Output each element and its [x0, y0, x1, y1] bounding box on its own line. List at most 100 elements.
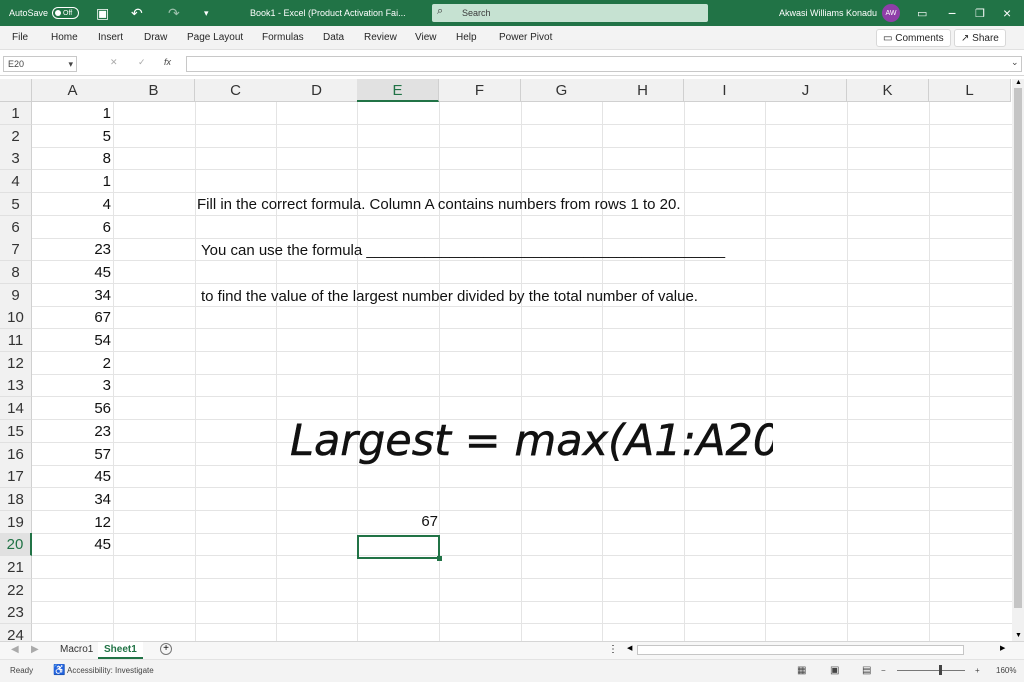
row-header-4[interactable]: 4 [0, 170, 32, 194]
tab-draw[interactable]: Draw [144, 32, 167, 43]
customize-toolbar-icon[interactable]: ▾ [204, 0, 209, 26]
comments-button[interactable]: ▭ Comments [876, 29, 951, 47]
autosave-toggle[interactable]: Off [52, 7, 79, 19]
row-header-9[interactable]: 9 [0, 283, 32, 307]
avatar[interactable]: AW [882, 4, 900, 22]
enter-icon[interactable]: ✓ [138, 57, 146, 68]
tab-home[interactable]: Home [51, 32, 78, 43]
row-header-22[interactable]: 22 [0, 578, 32, 602]
previous-sheet-icon[interactable]: ◀ [11, 644, 19, 655]
row-header-15[interactable]: 15 [0, 419, 32, 443]
column-header-l[interactable]: L [929, 79, 1011, 102]
cell-a8[interactable]: 45 [32, 261, 111, 284]
normal-view-icon[interactable]: ▦ [797, 666, 806, 676]
save-icon[interactable]: ▣ [96, 0, 109, 26]
column-header-i[interactable]: I [684, 79, 766, 102]
column-header-c[interactable]: C [195, 79, 277, 102]
tab-view[interactable]: View [415, 32, 437, 43]
cell-a9[interactable]: 34 [32, 284, 111, 307]
row-header-17[interactable]: 17 [0, 465, 32, 489]
row-header-24[interactable]: 24 [0, 624, 32, 641]
zoom-in-icon[interactable]: + [975, 666, 980, 675]
cell-a17[interactable]: 45 [32, 465, 111, 488]
sheet-tab-sheet1[interactable]: Sheet1 [98, 642, 143, 659]
zoom-level[interactable]: 160% [996, 666, 1016, 675]
cell-a1[interactable]: 1 [32, 102, 111, 125]
scroll-down-icon[interactable]: ▼ [1015, 632, 1022, 639]
cancel-icon[interactable]: ✕ [110, 57, 118, 68]
cell-a5[interactable]: 4 [32, 193, 111, 216]
tab-help[interactable]: Help [456, 32, 477, 43]
accessibility-status[interactable]: Accessibility: Investigate [67, 666, 154, 675]
tab-file[interactable]: File [12, 32, 28, 43]
row-header-2[interactable]: 2 [0, 124, 32, 148]
cell-a10[interactable]: 67 [32, 306, 111, 329]
formula-input[interactable] [186, 56, 1022, 72]
row-header-18[interactable]: 18 [0, 487, 32, 511]
cell-a16[interactable]: 57 [32, 443, 111, 466]
column-header-g[interactable]: G [521, 79, 603, 102]
tab-review[interactable]: Review [364, 32, 397, 43]
name-box[interactable]: E20 ▾ [3, 56, 77, 72]
minimize-icon[interactable]: − [948, 0, 956, 26]
row-header-14[interactable]: 14 [0, 397, 32, 421]
row-header-23[interactable]: 23 [0, 601, 32, 625]
row-header-13[interactable]: 13 [0, 374, 32, 398]
add-sheet-icon[interactable]: + [160, 643, 172, 655]
column-header-j[interactable]: J [765, 79, 847, 102]
cell-a2[interactable]: 5 [32, 125, 111, 148]
row-header-11[interactable]: 11 [0, 329, 32, 352]
cell-a12[interactable]: 2 [32, 352, 111, 375]
row-header-16[interactable]: 16 [0, 442, 32, 466]
row-header-12[interactable]: 12 [0, 351, 32, 375]
sheet-tab-macro1[interactable]: Macro1 [60, 644, 93, 655]
close-icon[interactable]: × [1003, 0, 1011, 26]
zoom-out-icon[interactable]: − [881, 666, 886, 675]
zoom-slider[interactable] [897, 670, 965, 671]
insert-function-icon[interactable]: fx [164, 57, 171, 67]
row-header-8[interactable]: 8 [0, 260, 32, 284]
column-header-k[interactable]: K [847, 79, 929, 102]
row-header-21[interactable]: 21 [0, 556, 32, 579]
expand-formula-bar-icon[interactable]: ⌄ [1011, 57, 1019, 68]
column-header-b[interactable]: B [113, 79, 195, 102]
row-header-19[interactable]: 19 [0, 510, 32, 534]
select-all-corner[interactable] [0, 79, 32, 102]
column-header-a[interactable]: A [32, 79, 114, 102]
cell-a15[interactable]: 23 [32, 420, 111, 443]
row-header-20[interactable]: 20 [0, 533, 32, 557]
selected-cell-e20[interactable] [357, 535, 442, 561]
share-button[interactable]: ↗ Share [954, 29, 1006, 47]
worksheet-grid[interactable]: ABCDEFGHIJKL 1 2 3 4 5 6 7 8 9 10 11 12 13 14 15 16 17 18… [0, 79, 1012, 641]
cell-a14[interactable]: 56 [32, 397, 111, 420]
undo-icon[interactable]: ↶ [131, 0, 143, 26]
horizontal-scrollbar[interactable] [637, 645, 964, 655]
cell-a7[interactable]: 23 [32, 238, 111, 261]
column-header-d[interactable]: D [276, 79, 358, 102]
redo-icon[interactable]: ↷ [168, 0, 180, 26]
next-sheet-icon[interactable]: ▶ [31, 644, 39, 655]
row-header-5[interactable]: 5 [0, 192, 32, 216]
cell-a19[interactable]: 12 [32, 511, 111, 534]
user-name[interactable]: Akwasi Williams Konadu [779, 0, 877, 26]
horizontal-scroll-left-icon[interactable]: ◀ [627, 644, 632, 652]
cell-a11[interactable]: 54 [32, 329, 111, 352]
row-header-7[interactable]: 7 [0, 238, 32, 262]
zoom-slider-thumb[interactable] [939, 665, 942, 675]
row-header-3[interactable]: 3 [0, 147, 32, 171]
cell-a13[interactable]: 3 [32, 374, 111, 397]
horizontal-scroll-right-icon[interactable]: ▶ [1000, 644, 1005, 652]
scroll-thumb[interactable] [1014, 88, 1022, 608]
restore-icon[interactable]: ❐ [975, 0, 985, 26]
tab-formulas[interactable]: Formulas [262, 32, 304, 43]
tab-data[interactable]: Data [323, 32, 344, 43]
ribbon-display-icon[interactable]: ▭ [917, 0, 927, 26]
accessibility-icon[interactable]: ♿ [53, 666, 65, 676]
scroll-up-icon[interactable]: ▲ [1015, 79, 1022, 86]
page-layout-view-icon[interactable]: ▣ [830, 666, 839, 676]
vertical-scrollbar[interactable]: ▲ ▼ [1012, 79, 1024, 642]
cell-a20[interactable]: 45 [32, 533, 111, 556]
tab-insert[interactable]: Insert [98, 32, 123, 43]
row-header-1[interactable]: 1 [0, 102, 32, 125]
cell-a3[interactable]: 8 [32, 147, 111, 170]
